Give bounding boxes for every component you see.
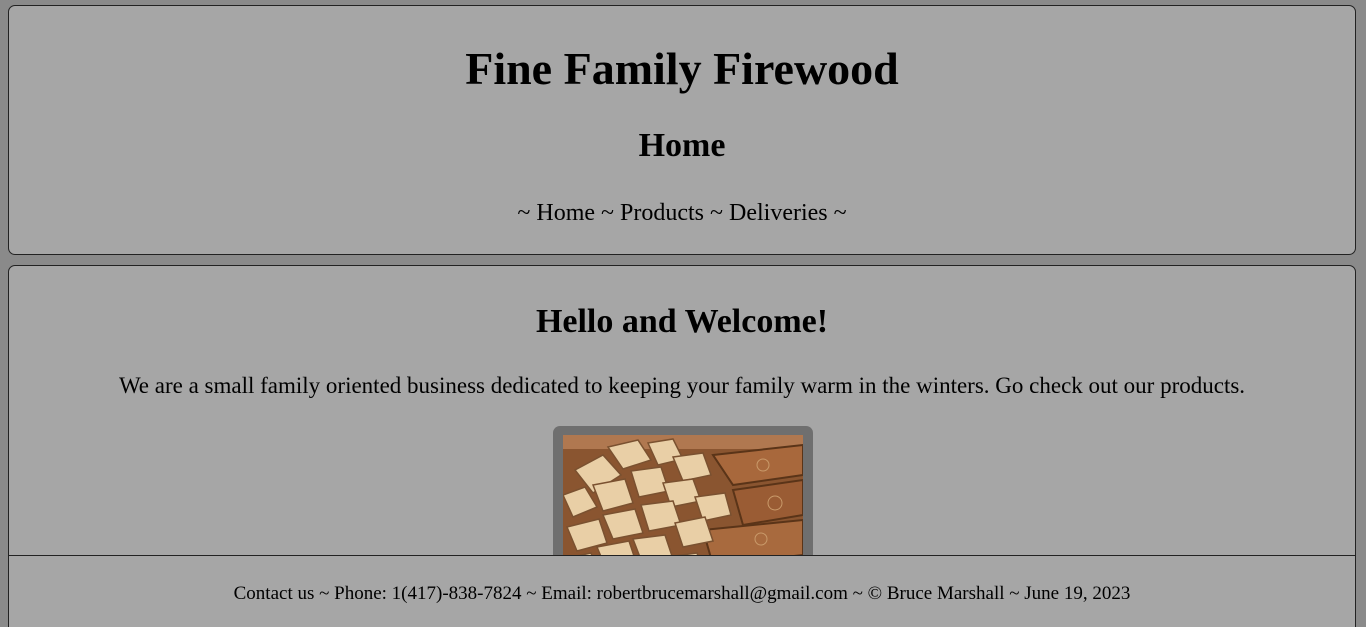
nav-link-products[interactable]: Products [620,200,704,226]
nav-separator: ~ [833,200,847,226]
nav-link-home[interactable]: Home [536,200,595,226]
footer-contact-text: Contact us ~ Phone: 1(417)-838-7824 ~ Em… [233,583,1131,604]
page-footer: Contact us ~ Phone: 1(417)-838-7824 ~ Em… [8,555,1356,627]
intro-text: We are a small family oriented business … [118,373,1246,398]
main-nav: ~ Home ~ Products ~ Deliveries ~ [9,198,1355,228]
header-panel: Fine Family Firewood Home ~ Home ~ Produ… [8,5,1356,255]
nav-separator: ~ [710,200,723,226]
welcome-heading: Hello and Welcome! [535,303,829,340]
site-title: Fine Family Firewood [465,43,899,94]
page-heading: Home [638,127,726,164]
nav-separator: ~ [601,200,615,226]
nav-link-deliveries[interactable]: Deliveries [729,200,828,226]
nav-separator: ~ [517,200,531,226]
